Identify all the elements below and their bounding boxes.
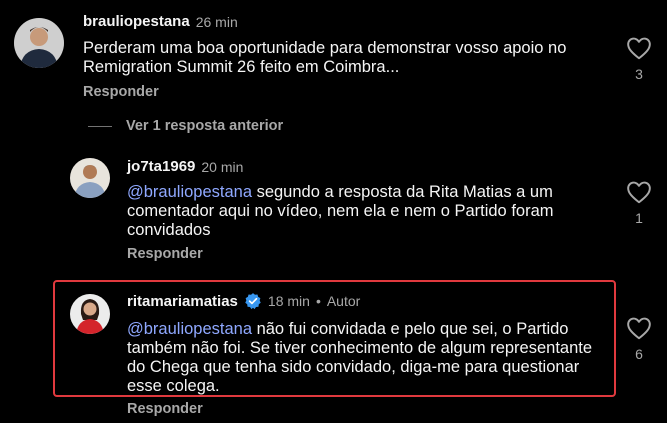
divider [88,125,112,127]
view-previous-label: Ver 1 resposta anterior [126,118,284,134]
heart-outline-icon [627,317,651,340]
username[interactable]: brauliopestana [83,13,190,30]
heart-outline-icon [627,181,651,204]
mention-link[interactable]: @brauliopestana [127,320,252,338]
comment-text: Perderam uma boa oportunidade para demon… [83,39,567,76]
timestamp: 20 min [201,158,244,175]
avatar[interactable] [70,294,110,334]
avatar[interactable] [14,18,64,68]
comment-text: @brauliopestana não fui convidada e pelo… [127,320,593,395]
reply-button[interactable]: Responder [83,84,159,100]
mention-link[interactable]: @brauliopestana [127,183,252,201]
reply-button[interactable]: Responder [127,401,203,417]
like-button[interactable]: 1 [624,180,654,226]
like-button[interactable]: 3 [624,36,654,82]
username[interactable]: jo7ta1969 [127,158,195,175]
verified-badge-icon [245,293,261,310]
username[interactable]: ritamariamatias [127,293,238,310]
like-count: 6 [635,346,643,362]
like-count: 1 [635,210,643,226]
comment-text: @brauliopestana segundo a resposta da Ri… [127,183,554,239]
avatar[interactable] [70,158,110,198]
author-label: Autor [326,293,361,309]
like-button[interactable]: 6 [624,316,654,362]
heart-outline-icon [627,37,651,60]
timestamp: 18 min [267,293,310,309]
separator-dot: • [315,293,321,309]
like-count: 3 [635,66,643,82]
view-previous-replies[interactable]: Ver 1 resposta anterior [88,118,283,134]
reply-button[interactable]: Responder [127,246,203,262]
timestamp: 26 min [195,13,238,30]
